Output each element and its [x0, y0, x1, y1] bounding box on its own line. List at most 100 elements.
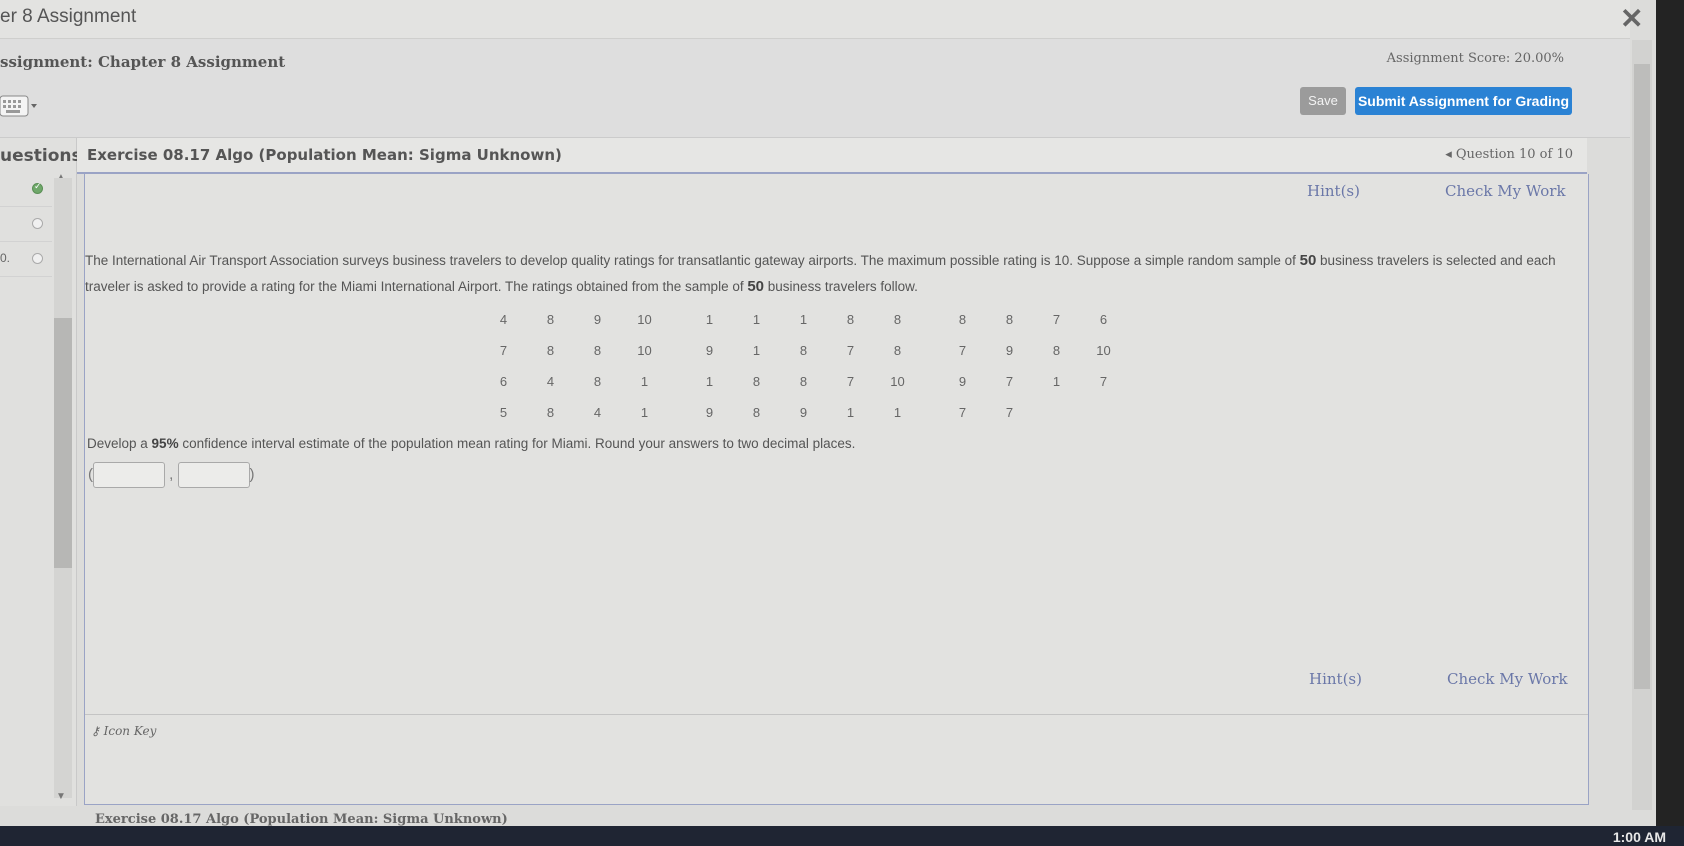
lower-bound-input[interactable] [93, 462, 165, 488]
hint-link[interactable]: Hint(s) [1307, 182, 1360, 200]
rating-cell: 9 [958, 374, 967, 389]
question-nav[interactable]: ◂ Question 10 of 10 [1445, 147, 1573, 162]
rating-cell: 4 [593, 405, 602, 420]
save-button[interactable]: Save [1300, 87, 1346, 115]
rating-cell: 7 [1005, 405, 1014, 420]
rating-cell: 7 [1005, 374, 1014, 389]
icon-key[interactable]: ⚷ Icon Key [91, 724, 156, 738]
status-circle-icon [32, 218, 43, 229]
rating-cell [1033, 397, 1080, 428]
rating-cell: 7 [846, 343, 855, 358]
rating-cell: 8 [593, 374, 602, 389]
window-title: er 8 Assignment [0, 6, 137, 27]
rating-cell: 6 [1099, 312, 1108, 327]
scrollbar-thumb[interactable] [54, 318, 72, 568]
problem-text-3: business travelers follow. [764, 279, 918, 294]
submit-assignment-button[interactable]: Submit Assignment for Grading [1355, 87, 1572, 115]
icon-key-label: Icon Key [103, 724, 157, 738]
assignment-score: Assignment Score: 20.00% [1386, 51, 1564, 66]
scroll-down-icon[interactable]: ▼ [56, 791, 66, 802]
problem-statement: The International Air Transport Associat… [85, 248, 1565, 300]
rating-cell: 1 [799, 312, 808, 327]
check-my-work-link[interactable]: Check My Work [1445, 182, 1566, 200]
rating-cell: 10 [637, 343, 652, 358]
hint-link-bottom[interactable]: Hint(s) [1309, 670, 1362, 688]
rating-cell: 10 [637, 312, 652, 327]
exercise-content: Hint(s) Check My Work The International … [84, 174, 1589, 805]
rating-cell [668, 397, 686, 428]
page-scrollbar-thumb[interactable] [1634, 64, 1650, 689]
questions-scrollbar[interactable] [54, 178, 72, 798]
assignment-title: ssignment: Chapter 8 Assignment [0, 53, 286, 71]
ratings-row: 6 4 8 1 1 8 8 7 10 9 7 1 7 [480, 366, 1127, 397]
answer-interval: ( , ) [88, 462, 255, 488]
question-item[interactable] [0, 172, 52, 207]
rating-cell: 8 [593, 343, 602, 358]
rating-cell: 8 [546, 405, 555, 420]
ratings-table: 4 8 9 10 1 1 1 8 8 8 8 7 6 7 8 8 10 9 1 8 7 8 7 9 8 10 6 4 8 1 1 8 8 7 10 9… [480, 304, 1127, 428]
rating-cell: 8 [893, 343, 902, 358]
rating-cell: 8 [1052, 343, 1061, 358]
rating-cell: 4 [546, 374, 555, 389]
problem-text-1: The International Air Transport Associat… [85, 253, 1300, 268]
rating-cell: 8 [752, 374, 761, 389]
close-icon[interactable]: ✕ [1620, 2, 1643, 35]
exercise-header: Exercise 08.17 Algo (Population Mean: Si… [77, 138, 1587, 174]
ratings-row: 7 8 8 10 9 1 8 7 8 7 9 8 10 [480, 335, 1127, 366]
rating-cell: 9 [705, 343, 714, 358]
rating-cell: 9 [593, 312, 602, 327]
key-icon: ⚷ [91, 724, 104, 738]
rating-cell: 10 [1096, 343, 1111, 358]
rating-cell [668, 335, 686, 366]
rating-cell: 1 [1052, 374, 1061, 389]
rating-cell [921, 335, 939, 366]
task-text-1: Develop a [87, 436, 152, 451]
rating-cell: 1 [752, 343, 761, 358]
page-scrollbar[interactable] [1632, 40, 1652, 810]
ratings-row: 5 8 4 1 9 8 9 1 1 7 7 [480, 397, 1127, 428]
keyboard-icon[interactable] [0, 92, 40, 122]
rating-cell: 1 [705, 312, 714, 327]
question-item[interactable]: 0. [0, 242, 52, 277]
rating-cell: 1 [705, 374, 714, 389]
rating-cell: 9 [1005, 343, 1014, 358]
rating-cell: 6 [499, 374, 508, 389]
footer-exercise-title: Exercise 08.17 Algo (Population Mean: Si… [95, 812, 508, 827]
rating-cell: 8 [546, 343, 555, 358]
rating-cell: 8 [1005, 312, 1014, 327]
rating-cell: 8 [799, 374, 808, 389]
rating-cell [668, 366, 686, 397]
rating-cell: 7 [846, 374, 855, 389]
question-item[interactable] [0, 207, 52, 242]
question-number: 0. [0, 251, 11, 265]
rating-cell: 8 [958, 312, 967, 327]
rating-cell: 7 [958, 405, 967, 420]
rating-cell: 8 [799, 343, 808, 358]
rating-cell: 1 [846, 405, 855, 420]
upper-bound-input[interactable] [177, 462, 250, 488]
taskbar: 1:00 AM [0, 826, 1684, 846]
rating-cell: 1 [640, 374, 649, 389]
rating-cell: 7 [499, 343, 508, 358]
rating-cell: 1 [640, 405, 649, 420]
rating-cell: 5 [499, 405, 508, 420]
window-title-bar: er 8 Assignment ✕ [0, 0, 1643, 39]
rating-cell: 8 [752, 405, 761, 420]
divider [85, 714, 1588, 715]
completed-check-icon [32, 181, 43, 194]
rating-cell: 8 [846, 312, 855, 327]
questions-panel: uestions 0. ▲ ▼ [0, 138, 82, 806]
questions-label: uestions [0, 146, 82, 166]
rating-cell: 4 [499, 312, 508, 327]
status-circle-icon [32, 253, 43, 264]
dock [1656, 0, 1684, 846]
rating-cell: 7 [1052, 312, 1061, 327]
sample-size: 50 [747, 278, 765, 295]
rating-cell: 8 [893, 312, 902, 327]
comma: , [165, 465, 178, 483]
sample-size: 50 [1299, 252, 1317, 269]
rating-cell: 9 [799, 405, 808, 420]
confidence-level: 95% [151, 436, 179, 451]
check-my-work-link-bottom[interactable]: Check My Work [1447, 670, 1568, 688]
task-statement: Develop a 95% confidence interval estima… [87, 436, 855, 451]
